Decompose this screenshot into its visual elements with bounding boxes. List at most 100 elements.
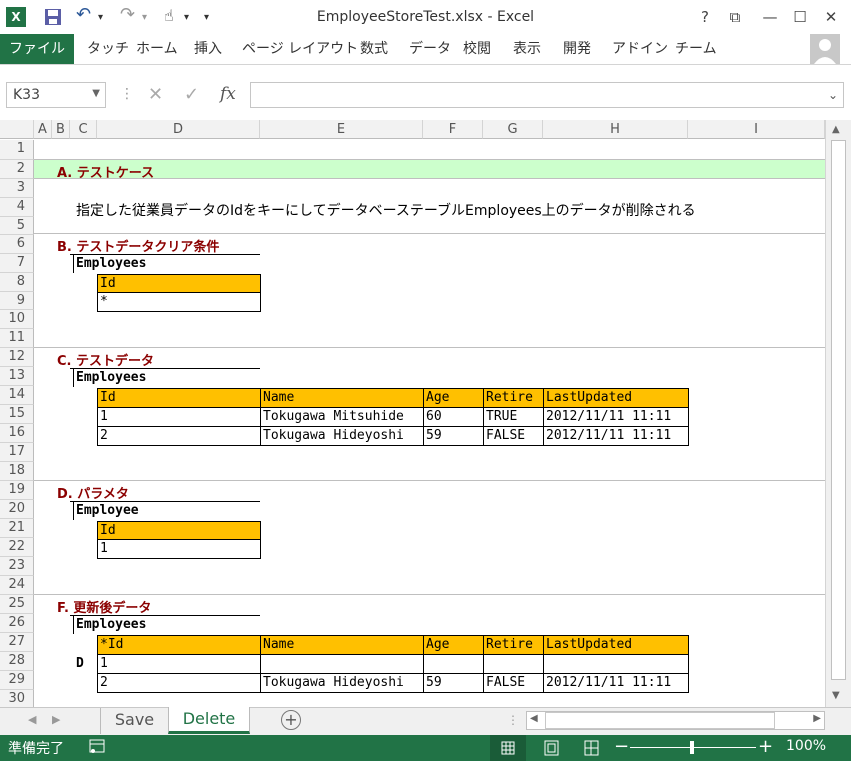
tab-page-layout[interactable]: ページ レイアウト [242,34,358,64]
row-header[interactable]: 4 [0,198,34,217]
row-header[interactable]: 28 [0,652,34,671]
data-cell[interactable]: 1 [97,539,261,559]
horizontal-scrollbar[interactable]: ◀ ▶ [526,711,825,730]
col-header-a[interactable]: A [34,120,52,139]
name-box[interactable]: K33 ▼ [6,82,106,108]
row-header[interactable]: 20 [0,500,34,519]
zoom-out-button[interactable]: − [614,736,629,757]
name-box-dropdown-icon[interactable]: ▼ [92,88,100,99]
normal-view-icon[interactable] [490,735,526,761]
row-header[interactable]: 24 [0,576,34,595]
data-cell[interactable]: 2 [97,426,261,446]
tab-team[interactable]: チーム [675,34,717,64]
row-header[interactable]: 22 [0,538,34,557]
enter-icon[interactable]: ✓ [184,84,199,105]
row-header[interactable]: 23 [0,557,34,576]
row-header[interactable]: 17 [0,443,34,462]
tab-delete-sheet[interactable]: Delete [168,707,250,734]
tab-save-sheet[interactable]: Save [100,708,168,734]
page-layout-view-icon[interactable] [540,735,564,761]
row-header[interactable]: 10 [0,310,34,329]
user-avatar[interactable] [810,34,840,64]
row-header[interactable]: 29 [0,671,34,690]
tab-formulas[interactable]: 数式 [360,34,388,64]
tab-insert[interactable]: 挿入 [194,34,222,64]
data-cell[interactable]: 60 [423,407,484,427]
header-cell[interactable]: Id [97,274,261,293]
row-header[interactable]: 12 [0,348,34,367]
tab-developer[interactable]: 開発 [563,34,591,64]
scroll-thumb[interactable] [831,140,846,680]
col-header-c[interactable]: C [70,120,97,139]
col-header-h[interactable]: H [543,120,688,139]
data-cell[interactable]: 59 [423,426,484,446]
tab-data[interactable]: データ [409,34,451,64]
vertical-scrollbar[interactable]: ▲ ▼ [825,120,851,707]
tab-file[interactable]: ファイル [0,34,74,64]
data-cell[interactable]: 2012/11/11 11:11 [543,407,689,427]
row-header[interactable]: 8 [0,273,34,292]
page-break-view-icon[interactable] [580,735,604,761]
macro-record-icon[interactable] [88,737,106,755]
scroll-tabs-left-icon[interactable]: ◀ [28,713,36,726]
row-header[interactable]: 13 [0,367,34,386]
header-cell[interactable]: Id [97,388,261,408]
data-cell[interactable] [260,654,424,674]
new-sheet-icon[interactable]: + [281,710,301,730]
help-button[interactable]: ? [694,6,716,28]
row-header[interactable]: 16 [0,424,34,443]
header-cell[interactable]: LastUpdated [543,388,689,408]
horizontal-scroll-thumb[interactable] [545,712,775,729]
row-header[interactable]: 5 [0,217,34,235]
zoom-slider-thumb[interactable] [690,741,694,754]
row-header[interactable]: 15 [0,405,34,424]
scroll-down-icon[interactable]: ▼ [832,690,840,701]
col-header-f[interactable]: F [423,120,483,139]
scroll-left-icon[interactable]: ◀ [530,713,538,724]
header-cell[interactable]: *Id [97,635,261,655]
tab-review[interactable]: 校閲 [463,34,491,64]
header-cell[interactable]: Name [260,388,424,408]
data-cell[interactable]: FALSE [483,426,544,446]
row-header[interactable]: 7 [0,254,34,273]
data-cell[interactable]: 2012/11/11 11:11 [543,673,689,693]
scroll-tabs-right-icon[interactable]: ▶ [52,713,60,726]
tab-touch[interactable]: タッチ [87,34,129,64]
row-header[interactable]: 2 [0,160,34,179]
data-cell[interactable] [483,654,544,674]
minimize-button[interactable]: — [759,6,781,28]
header-cell[interactable]: Retire [483,635,544,655]
row-header[interactable]: 26 [0,614,34,633]
scroll-up-icon[interactable]: ▲ [832,124,840,135]
col-header-g[interactable]: G [483,120,543,139]
header-cell[interactable]: Name [260,635,424,655]
row-header[interactable]: 25 [0,595,34,614]
row-header[interactable]: 6 [0,235,34,254]
row-header[interactable]: 30 [0,690,34,707]
maximize-button[interactable]: ☐ [789,6,811,28]
data-cell[interactable]: Tokugawa Hideyoshi [260,426,424,446]
expand-formula-icon[interactable]: ⌄ [828,88,838,102]
data-cell[interactable]: * [97,292,261,312]
data-cell[interactable]: TRUE [483,407,544,427]
tab-splitter-icon[interactable]: ⋮ [507,713,519,727]
header-cell[interactable]: Id [97,521,261,540]
close-button[interactable]: ✕ [820,6,842,28]
tab-home[interactable]: ホーム [136,34,178,64]
row-header[interactable]: 11 [0,329,34,348]
data-cell[interactable]: 1 [97,407,261,427]
row-header[interactable]: 1 [0,140,34,160]
insert-function-icon[interactable]: fx [220,84,236,104]
data-cell[interactable]: 2012/11/11 11:11 [543,426,689,446]
row-header[interactable]: 3 [0,179,34,198]
zoom-level[interactable]: 100% [786,738,826,754]
data-cell[interactable]: Tokugawa Mitsuhide [260,407,424,427]
select-all-corner[interactable] [0,120,34,139]
row-header[interactable]: 21 [0,519,34,538]
formula-input[interactable] [250,82,844,108]
row-header[interactable]: 14 [0,386,34,405]
header-cell[interactable]: LastUpdated [543,635,689,655]
data-cell[interactable]: 59 [423,673,484,693]
header-cell[interactable]: Age [423,388,484,408]
worksheet-grid[interactable]: A B C D E F G H I 1 2 3 4 5 6 7 8 9 10 11 12 13 14 15 1… [0,120,825,707]
